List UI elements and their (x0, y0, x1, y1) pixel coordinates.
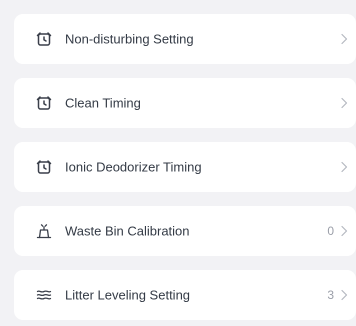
waste-bin-calibration-row[interactable]: Waste Bin Calibration 0 (14, 206, 356, 256)
chevron-right-icon (340, 289, 348, 301)
row-label: Ionic Deodorizer Timing (65, 159, 202, 175)
row-label: Litter Leveling Setting (65, 287, 191, 303)
alarm-clock-icon (36, 95, 52, 111)
settings-page: Non-disturbing Setting Clean Timing Ioni… (0, 0, 356, 326)
alarm-clock-icon (36, 159, 52, 175)
ionic-deodorizer-timing-row[interactable]: Ionic Deodorizer Timing (14, 142, 356, 192)
clean-timing-row[interactable]: Clean Timing (14, 78, 356, 128)
row-value: 3 (327, 288, 334, 302)
row-label: Clean Timing (65, 95, 141, 111)
bin-icon (36, 223, 52, 239)
row-label: Waste Bin Calibration (65, 223, 190, 239)
chevron-right-icon (340, 161, 348, 173)
wave-lines-icon (36, 287, 52, 303)
litter-leveling-setting-row[interactable]: Litter Leveling Setting 3 (14, 270, 356, 320)
chevron-right-icon (340, 97, 348, 109)
non-disturbing-setting-row[interactable]: Non-disturbing Setting (14, 14, 356, 64)
chevron-right-icon (340, 225, 348, 237)
row-label: Non-disturbing Setting (65, 31, 194, 47)
alarm-clock-icon (36, 31, 52, 47)
chevron-right-icon (340, 33, 348, 45)
row-value: 0 (327, 224, 334, 238)
